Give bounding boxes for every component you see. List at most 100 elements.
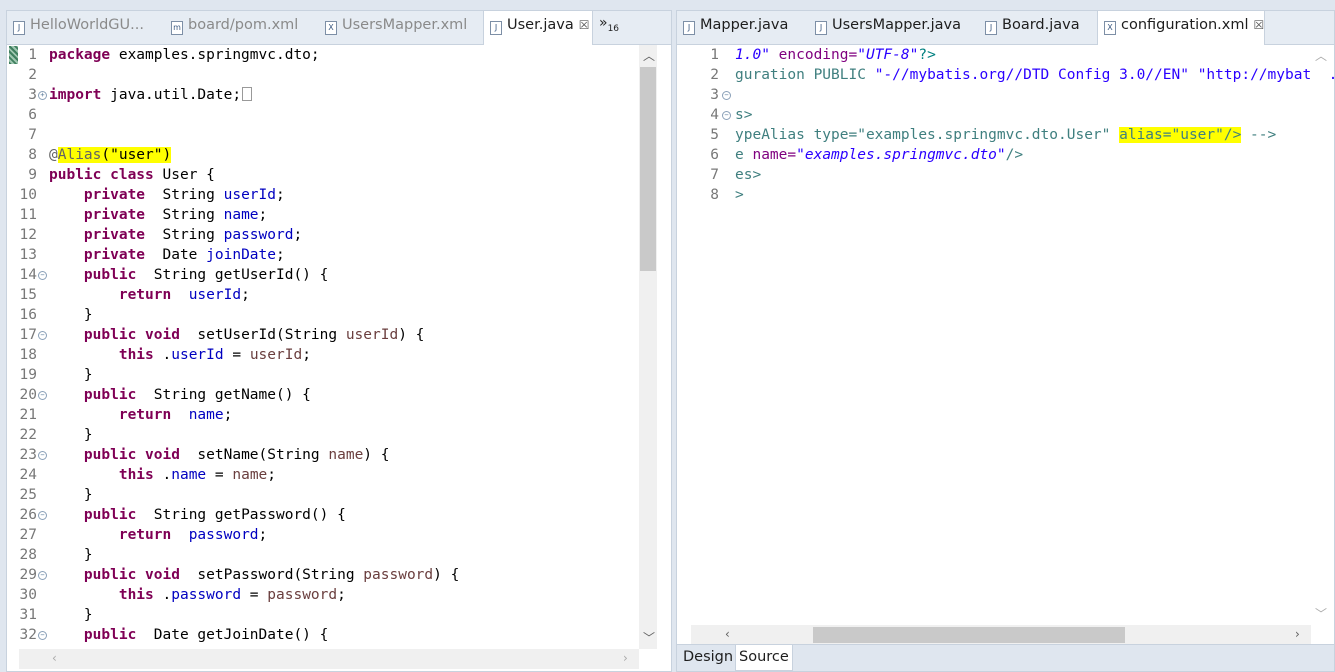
line-number: 8 (710, 187, 719, 203)
close-tab-icon[interactable]: ☒ (579, 18, 590, 32)
code-text: public String getUserId() { (83, 267, 329, 283)
scroll-left-icon[interactable]: ‹ (52, 651, 57, 665)
tab-label: configuration.xml (1121, 17, 1249, 33)
scroll-right-icon[interactable]: › (1295, 627, 1300, 641)
line-number: 23 (19, 447, 37, 463)
left-horizontal-scrollbar[interactable]: ‹ › (19, 649, 639, 669)
line-number: 17 (19, 327, 37, 343)
collapse-fold-icon[interactable]: + (38, 91, 47, 100)
line-number: 1 (710, 47, 719, 63)
java-file-icon: J (13, 21, 25, 35)
tab-label: Mapper.java (700, 17, 789, 33)
code-text: private String name; (83, 207, 268, 223)
line-number: 12 (19, 227, 37, 243)
line-number: 13 (19, 247, 37, 263)
line-number: 21 (19, 407, 37, 423)
scroll-thumb[interactable] (813, 627, 1125, 643)
collapse-fold-icon[interactable]: − (38, 451, 47, 460)
code-text: this .name = name; (118, 467, 277, 483)
line-number: 20 (19, 387, 37, 403)
code-text: } (49, 307, 93, 323)
scroll-left-icon[interactable]: ‹ (725, 627, 730, 641)
line-number: 27 (19, 527, 37, 543)
collapse-fold-icon[interactable]: − (722, 111, 731, 120)
tab-overflow-button[interactable]: »16 (599, 15, 619, 34)
code-text: public class User { (49, 167, 215, 183)
code-text: return userId; (118, 287, 250, 303)
tab-label: UsersMapper.java (832, 17, 961, 33)
collapse-fold-icon[interactable]: − (38, 331, 47, 340)
tab-helloworldgui[interactable]: J HelloWorldGU... (7, 11, 147, 44)
code-text: @Alias("user") (49, 147, 172, 163)
collapse-fold-icon[interactable]: − (38, 571, 47, 580)
tab-usersmapper-java[interactable]: J UsersMapper.java (809, 11, 969, 44)
line-number: 9 (28, 167, 37, 183)
code-text: public String getName() { (83, 387, 311, 403)
line-number: 15 (19, 287, 37, 303)
right-horizontal-scrollbar[interactable]: ‹ › (691, 625, 1311, 645)
code-text: public void setUserId(String userId) { (83, 327, 425, 343)
collapse-fold-icon[interactable]: − (38, 511, 47, 520)
tab-label: UsersMapper.xml (342, 17, 468, 33)
xml-editor-pane: J Mapper.java J UsersMapper.java J Board.ja… (676, 10, 1335, 672)
line-number: 7 (28, 127, 37, 143)
collapse-fold-icon[interactable]: − (722, 91, 731, 100)
code-text: } (49, 547, 93, 563)
line-number: 7 (710, 167, 719, 183)
java-file-icon: J (683, 21, 695, 35)
overflow-chevron-icon: » (599, 15, 608, 31)
line-number: 3 (28, 87, 37, 103)
scroll-up-icon[interactable]: ︿ (1315, 47, 1327, 64)
code-text: private Date joinDate; (83, 247, 285, 263)
tab-board-pom-xml[interactable]: m board/pom.xml (165, 11, 315, 44)
left-tab-bar: J HelloWorldGU... m board/pom.xml X UsersMa… (7, 11, 671, 45)
collapse-fold-icon[interactable]: − (38, 391, 47, 400)
line-number: 3 (710, 87, 719, 103)
tab-user-java[interactable]: J User.java ☒ (483, 11, 593, 45)
close-tab-icon[interactable]: ☒ (1254, 18, 1264, 32)
folded-imports-indicator[interactable] (242, 87, 253, 101)
code-text: } (49, 367, 93, 383)
line-number: 28 (19, 547, 37, 563)
tab-label: HelloWorldGU... (30, 17, 144, 33)
tab-design[interactable]: Design (680, 645, 736, 670)
scroll-down-icon[interactable]: ﹀ (643, 629, 655, 646)
code-text: import java.util.Date; (49, 85, 253, 105)
tab-source[interactable]: Source (735, 645, 793, 671)
maven-file-icon: m (171, 21, 183, 35)
tab-usersmapper-xml[interactable]: X UsersMapper.xml (319, 11, 484, 44)
right-vertical-scrollbar[interactable]: ︿ ﹀ (1310, 45, 1330, 625)
line-number: 29 (19, 567, 37, 583)
java-file-icon: J (490, 21, 502, 35)
code-text: private String password; (83, 227, 303, 243)
line-number: 24 (19, 467, 37, 483)
line-number: 32 (19, 627, 37, 643)
code-text: ypeAlias type="examples.springmvc.dto.Us… (735, 127, 1277, 143)
code-text: es> (735, 167, 762, 183)
tab-label: User.java (507, 17, 574, 33)
scroll-thumb[interactable] (640, 67, 656, 271)
left-vertical-scrollbar[interactable]: ︿ ﹀ (639, 45, 657, 649)
code-text: } (49, 427, 93, 443)
line-number: 6 (28, 107, 37, 123)
scroll-down-icon[interactable]: ﹀ (1315, 605, 1327, 622)
collapse-fold-icon[interactable]: − (38, 271, 47, 280)
code-text: public Date getJoinDate() { (83, 627, 329, 643)
collapse-fold-icon[interactable]: − (38, 631, 47, 640)
code-text: package examples.springmvc.dto; (49, 47, 320, 63)
code-text: } (49, 487, 93, 503)
line-number: 4 (710, 107, 719, 123)
line-number: 2 (710, 67, 719, 83)
scroll-up-icon[interactable]: ︿ (643, 47, 655, 64)
java-file-icon: J (815, 21, 827, 35)
code-text: } (49, 607, 93, 623)
line-number: 8 (28, 147, 37, 163)
scroll-right-icon[interactable]: › (623, 651, 628, 665)
xml-file-icon: X (325, 21, 337, 35)
code-text: private String userId; (83, 187, 285, 203)
tab-configuration-xml[interactable]: Xconfiguration.xml ☒ (1097, 11, 1265, 45)
overflow-count: 16 (607, 23, 620, 34)
code-text: public void setName(String name) { (83, 447, 390, 463)
tab-mapper-java[interactable]: J Mapper.java (677, 11, 805, 44)
tab-board-java[interactable]: J Board.java (979, 11, 1089, 44)
